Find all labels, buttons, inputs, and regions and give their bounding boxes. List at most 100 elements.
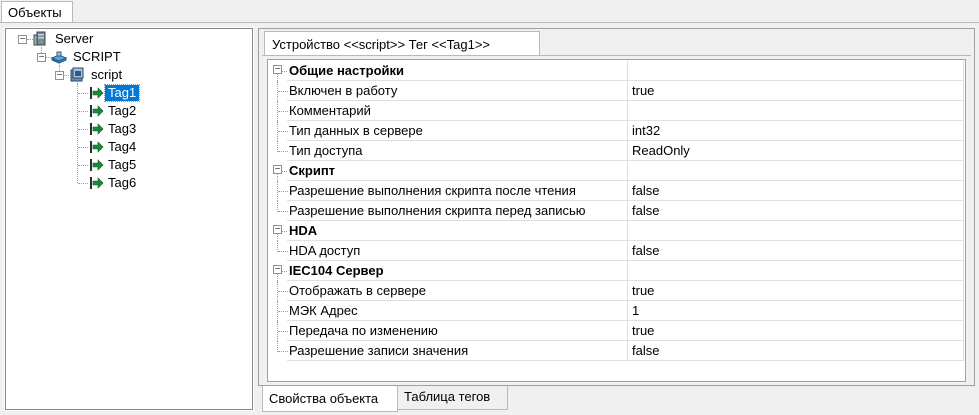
row-gutter: [269, 81, 288, 101]
device-icon: [51, 51, 67, 64]
tree-node-tag[interactable]: Tag5: [105, 157, 139, 173]
tree-node-tag[interactable]: Tag4: [105, 139, 139, 155]
property-row[interactable]: Комментарий: [269, 101, 964, 121]
property-row[interactable]: Передача по изменению true: [269, 321, 964, 341]
property-value[interactable]: false: [628, 241, 964, 261]
property-row[interactable]: Тип данных в сервере int32: [269, 121, 964, 141]
property-name: Разрешение выполнения скрипта перед запи…: [287, 201, 628, 221]
property-value[interactable]: int32: [628, 121, 964, 141]
row-gutter: [269, 321, 288, 341]
tree-connector: [78, 111, 88, 112]
category-name: IEC104 Сервер: [287, 261, 628, 281]
property-row[interactable]: Разрешение выполнения скрипта после чтен…: [269, 181, 964, 201]
tree-node-server[interactable]: Server: [52, 31, 96, 47]
property-value[interactable]: false: [628, 341, 964, 361]
category-name: Общие настройки: [287, 61, 628, 81]
property-value[interactable]: false: [628, 201, 964, 221]
tab-tag-properties[interactable]: Устройство <<script>> Тег <<Tag1>>: [264, 31, 540, 56]
collapse-category-toggle[interactable]: −: [273, 225, 282, 234]
row-gutter: [269, 201, 288, 221]
property-row[interactable]: Отображать в сервере true: [269, 281, 964, 301]
tag-arrow-icon: [90, 177, 104, 189]
property-category-row[interactable]: − IEC104 Сервер: [269, 261, 964, 281]
property-row[interactable]: Разрешение выполнения скрипта перед запи…: [269, 201, 964, 221]
property-row[interactable]: Разрешение записи значения false: [269, 341, 964, 361]
property-name: Передача по изменению: [287, 321, 628, 341]
tree-connector: [77, 83, 78, 183]
object-tree[interactable]: − Server − SCRIPT − script Tag1 Tag2 Tag3 T…: [4, 27, 254, 411]
tree-connector: [277, 274, 278, 281]
tree-connector: [277, 234, 278, 241]
property-name: Тип доступа: [287, 141, 628, 161]
property-row[interactable]: МЭК Адрес 1: [269, 301, 964, 321]
tag-arrow-icon: [90, 123, 104, 135]
folder-icon: [70, 67, 84, 82]
collapse-category-toggle[interactable]: −: [273, 65, 282, 74]
row-gutter: [269, 101, 288, 121]
category-name: HDA: [287, 221, 628, 241]
property-row[interactable]: HDA доступ false: [269, 241, 964, 261]
tree-connector: [78, 93, 88, 94]
tab-tag-table[interactable]: Таблица тегов: [398, 386, 508, 410]
property-value[interactable]: true: [628, 281, 964, 301]
row-gutter: [269, 281, 288, 301]
property-name: HDA доступ: [287, 241, 628, 261]
tree-connector: [78, 165, 88, 166]
property-name: Разрешение записи значения: [287, 341, 628, 361]
tree-connector: [78, 147, 88, 148]
row-gutter: −: [269, 61, 287, 81]
collapse-server-toggle[interactable]: −: [18, 35, 27, 44]
property-value: [628, 261, 964, 281]
property-value[interactable]: [628, 101, 964, 121]
collapse-category-toggle[interactable]: −: [273, 265, 282, 274]
tag-arrow-icon: [90, 87, 104, 99]
property-name: Тип данных в сервере: [287, 121, 628, 141]
top-tab-divider: [0, 22, 979, 23]
property-value[interactable]: true: [628, 81, 964, 101]
property-row[interactable]: Включен в работу true: [269, 81, 964, 101]
category-name: Скрипт: [287, 161, 628, 181]
property-value[interactable]: false: [628, 181, 964, 201]
tag-arrow-icon: [90, 141, 104, 153]
tree-node-tag[interactable]: Tag2: [105, 103, 139, 119]
property-value[interactable]: ReadOnly: [628, 141, 964, 161]
tab-object-properties[interactable]: Свойства объекта: [262, 386, 398, 412]
row-gutter: [269, 181, 288, 201]
property-value[interactable]: 1: [628, 301, 964, 321]
property-category-row[interactable]: − Скрипт: [269, 161, 964, 181]
row-gutter: [269, 141, 288, 161]
row-gutter: −: [269, 221, 287, 241]
row-gutter: −: [269, 161, 287, 181]
property-value: [628, 221, 964, 241]
row-gutter: [269, 121, 288, 141]
tree-connector: [277, 74, 278, 81]
row-gutter: −: [269, 261, 287, 281]
property-row[interactable]: Тип доступа ReadOnly: [269, 141, 964, 161]
top-tab-bar: Объекты: [0, 0, 979, 24]
tag-arrow-icon: [90, 159, 104, 171]
tree-connector: [277, 174, 278, 181]
property-category-row[interactable]: − Общие настройки: [269, 61, 964, 81]
property-name: МЭК Адрес: [287, 301, 628, 321]
property-value: [628, 61, 964, 81]
collapse-category-toggle[interactable]: −: [273, 165, 282, 174]
tree-node-tag[interactable]: Tag6: [105, 175, 139, 191]
property-value: [628, 161, 964, 181]
row-gutter: [269, 341, 288, 361]
tree-node-device[interactable]: SCRIPT: [70, 49, 124, 65]
tree-connector: [78, 129, 88, 130]
tree-node-group[interactable]: script: [88, 67, 125, 83]
tab-objects[interactable]: Объекты: [1, 1, 73, 22]
tree-node-tag[interactable]: Tag3: [105, 121, 139, 137]
tree-connector: [78, 183, 88, 184]
collapse-device-toggle[interactable]: −: [37, 53, 46, 62]
row-gutter: [269, 301, 288, 321]
property-grid[interactable]: − Общие настройки Включен в работу true Комм…: [269, 61, 964, 380]
property-value[interactable]: true: [628, 321, 964, 341]
doc-tab-divider: [262, 55, 971, 56]
row-gutter: [269, 241, 288, 261]
collapse-group-toggle[interactable]: −: [55, 71, 64, 80]
property-category-row[interactable]: − HDA: [269, 221, 964, 241]
tree-node-tag[interactable]: Tag1: [103, 84, 141, 102]
server-icon: [33, 31, 46, 46]
